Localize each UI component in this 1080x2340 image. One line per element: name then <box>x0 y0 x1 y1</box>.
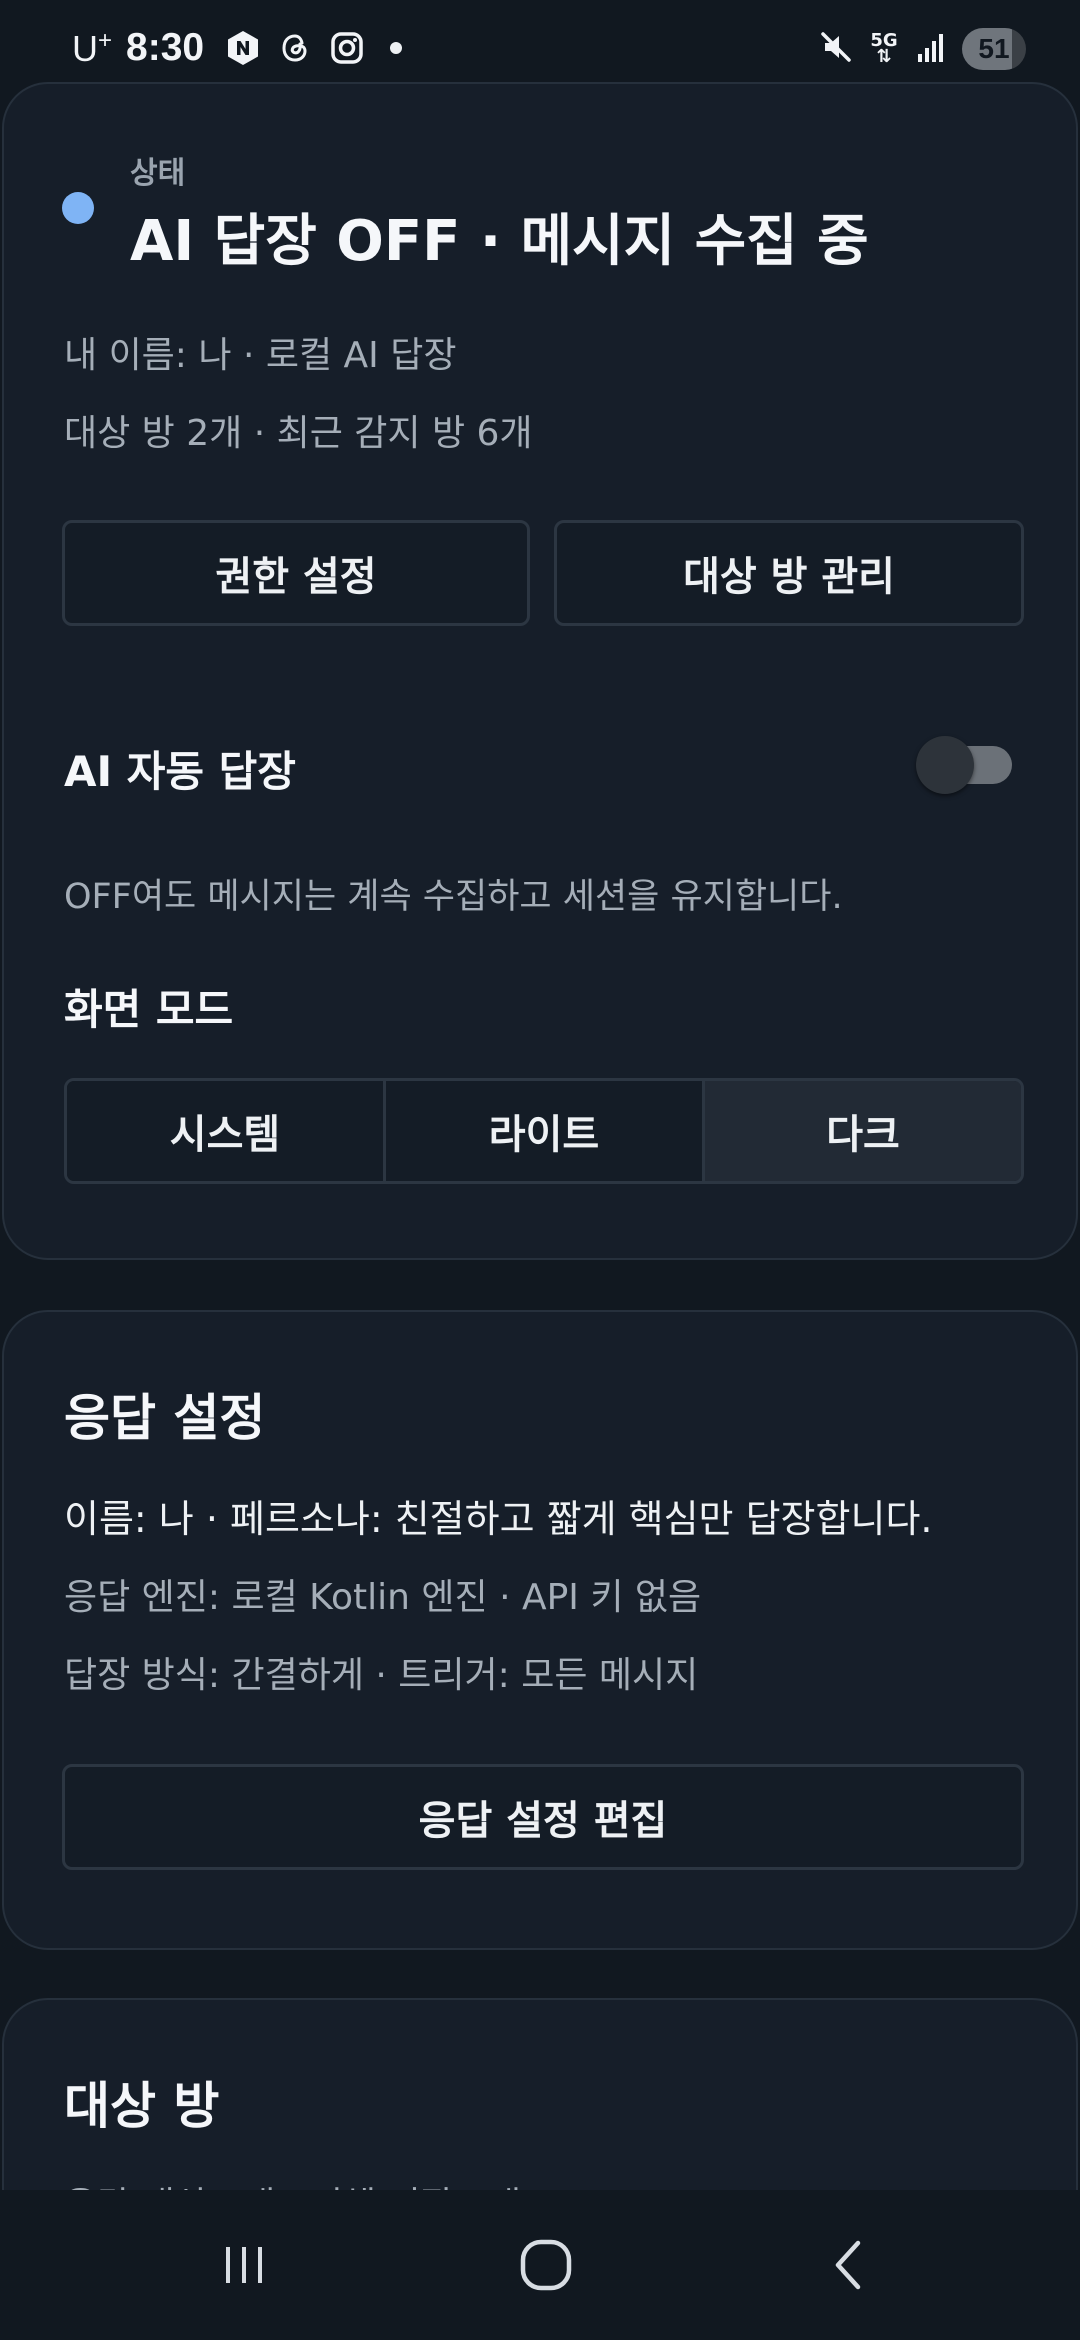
carrier-label: U+ <box>72 26 113 69</box>
threads-icon <box>276 29 314 67</box>
status-indicator-dot <box>62 192 94 224</box>
recent-apps-button[interactable] <box>184 2190 304 2340</box>
mute-icon <box>818 29 854 69</box>
manage-rooms-button[interactable]: 대상 방 관리 <box>554 520 1024 626</box>
persona-text: 이름: 나 · 페르소나: 친절하고 짧게 핵심만 답장합니다. <box>64 1497 933 1541</box>
mode-dark-option[interactable]: 다크 <box>702 1081 1021 1181</box>
clock: 8:30 <box>126 26 205 69</box>
status-bar-right: 5G ⇅ 51 <box>818 28 1026 70</box>
edit-response-settings-button[interactable]: 응답 설정 편집 <box>62 1764 1024 1870</box>
notification-dot-icon <box>390 42 403 54</box>
screen: U+ 8:30 5G ⇅ 51 상태 AI 답장 OFF · 메시지 수집 중 … <box>0 0 1080 2340</box>
engine-text: 응답 엔진: 로컬 Kotlin 엔진 · API 키 없음 <box>64 1577 702 1618</box>
target-rooms-title: 대상 방 <box>64 2077 220 2135</box>
auto-reply-note: OFF여도 메시지는 계속 수집하고 세션을 유지합니다. <box>64 877 843 917</box>
permission-settings-button[interactable]: 권한 설정 <box>62 520 530 626</box>
mode-light-option[interactable]: 라이트 <box>383 1081 702 1181</box>
status-bar-left: U+ 8:30 <box>72 26 403 70</box>
5g-icon: 5G ⇅ <box>870 30 898 67</box>
toggle-thumb <box>916 736 974 794</box>
rooms-summary-text: 대상 방 2개 · 최근 감지 방 6개 <box>64 413 533 454</box>
screen-mode-selector: 시스템 라이트 다크 <box>64 1078 1024 1184</box>
home-icon <box>520 2239 572 2291</box>
response-settings-card: 응답 설정 이름: 나 · 페르소나: 친절하고 짧게 핵심만 답장합니다. 응… <box>2 1310 1078 1950</box>
recent-apps-icon <box>226 2247 262 2283</box>
screen-mode-label: 화면 모드 <box>64 985 234 1034</box>
response-settings-title: 응답 설정 <box>64 1389 266 1447</box>
back-button[interactable] <box>790 2190 910 2340</box>
mode-system-option[interactable]: 시스템 <box>67 1081 383 1181</box>
instagram-icon <box>328 29 366 67</box>
back-icon <box>835 2240 861 2290</box>
navigation-bar <box>0 2190 1080 2340</box>
my-name-text: 내 이름: 나 · 로컬 AI 답장 <box>64 335 457 376</box>
status-eyebrow: 상태 <box>130 156 186 191</box>
auto-reply-label: AI 자동 답장 <box>64 747 296 796</box>
status-title: AI 답장 OFF · 메시지 수집 중 <box>130 209 869 274</box>
status-card: 상태 AI 답장 OFF · 메시지 수집 중 내 이름: 나 · 로컬 AI … <box>2 82 1078 1260</box>
home-button[interactable] <box>486 2190 606 2340</box>
auto-reply-toggle[interactable] <box>916 736 1012 794</box>
naver-icon <box>224 29 262 67</box>
battery-icon: 51 <box>962 28 1026 70</box>
reply-style-text: 답장 방식: 간결하게 · 트리거: 모든 메시지 <box>64 1655 699 1696</box>
signal-icon <box>914 30 948 68</box>
